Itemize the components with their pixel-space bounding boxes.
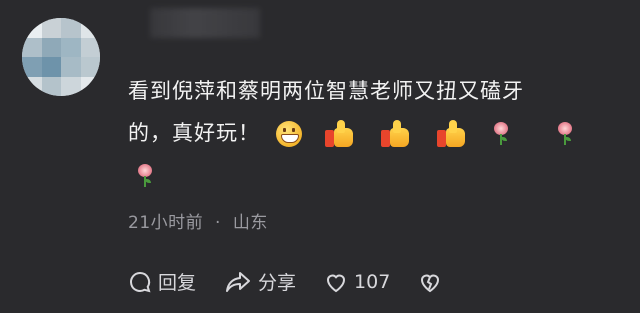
rose-icon (492, 122, 510, 146)
rose-icon (556, 122, 574, 146)
reply-bubble-icon (130, 271, 151, 292)
rose-icon (136, 164, 154, 188)
avatar[interactable] (22, 18, 100, 96)
heart-icon (327, 274, 346, 292)
emoji-row (268, 120, 582, 148)
like-button[interactable]: 107 (324, 271, 390, 293)
blurred-username (150, 8, 260, 38)
comment-actions: 回复 分享 107 (128, 268, 476, 295)
dislike-button[interactable] (418, 271, 448, 293)
like-count: 107 (354, 270, 391, 293)
share-button[interactable]: 分享 (224, 268, 296, 295)
share-label: 分享 (258, 272, 297, 294)
comment-line-2-text: 的，真好玩！ (128, 121, 260, 145)
meta-separator: · (215, 213, 221, 233)
thumbs-up-icon (325, 120, 357, 148)
grin-icon (275, 121, 302, 147)
thumbs-up-icon (436, 120, 469, 148)
reply-button[interactable]: 回复 (128, 268, 196, 295)
comment-meta: 21小时前 · 山东 (128, 208, 268, 233)
share-arrow-icon (226, 271, 251, 292)
thumbs-up-icon (381, 120, 413, 148)
comment-card: 看到倪萍和蔡明两位智慧老师又扭又磕牙 的，真好玩！ 21小时前 · 山东 回复 (0, 0, 640, 313)
comment-line-3 (128, 154, 598, 196)
comment-text: 看到倪萍和蔡明两位智慧老师又扭又磕牙 的，真好玩！ (128, 70, 598, 196)
comment-line-1: 看到倪萍和蔡明两位智慧老师又扭又磕牙 (128, 79, 524, 103)
comment-time: 21小时前 (128, 213, 204, 233)
broken-heart-icon (421, 274, 440, 292)
comment-location: 山东 (232, 213, 268, 233)
reply-label: 回复 (158, 272, 197, 294)
comment-line-2: 的，真好玩！ (128, 112, 598, 154)
